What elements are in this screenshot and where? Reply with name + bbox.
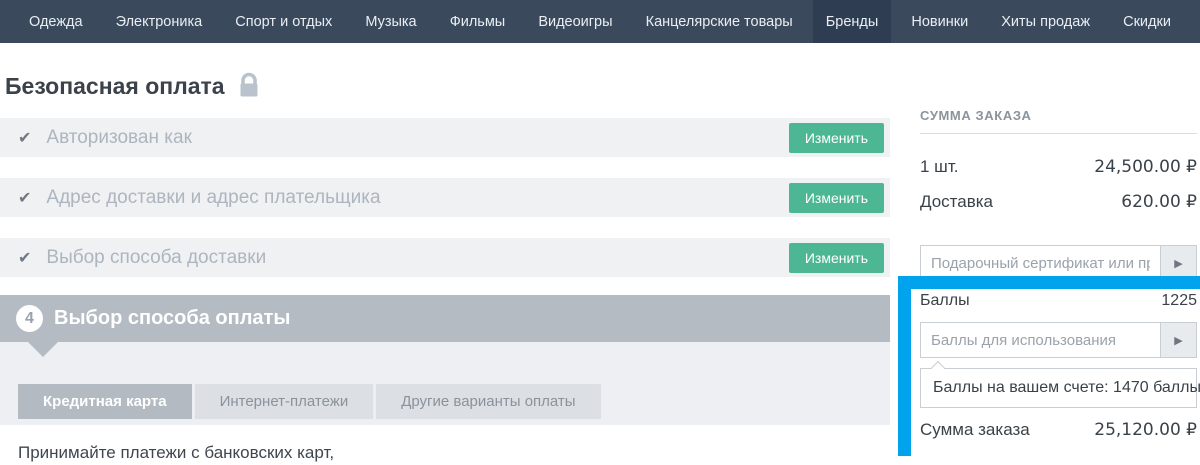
points-balance-note: Баллы на вашем счете: 1470 баллы. <box>920 368 1197 408</box>
step-label: Адрес доставки и адрес плательщика <box>46 187 788 209</box>
step-number-badge: 4 <box>16 305 43 332</box>
summary-row-delivery: Доставка 620.00 ₽ <box>920 192 1197 212</box>
nav-item-brands[interactable]: Бренды <box>813 0 892 43</box>
items-count-label: 1 шт. <box>920 157 958 177</box>
arrow-right-icon: ▶ <box>1174 257 1182 270</box>
nav-item-music[interactable]: Музыка <box>352 0 429 43</box>
points-balance-text: Баллы на вашем счете: 1470 баллы. <box>933 379 1200 396</box>
step-label: Авторизован как <box>46 127 788 149</box>
change-address-button[interactable]: Изменить <box>789 183 884 213</box>
apply-points-button[interactable]: ▶ <box>1160 322 1197 358</box>
arrow-right-icon: ▶ <box>1174 334 1182 347</box>
nav-item-sport[interactable]: Спорт и отдых <box>222 0 345 43</box>
check-icon: ✔ <box>18 188 31 207</box>
nav-item-discounts[interactable]: Скидки <box>1110 0 1184 43</box>
order-total-value: 25,120.00 ₽ <box>1094 420 1197 440</box>
highlight-border-top <box>898 276 1200 289</box>
summary-row-items: 1 шт. 24,500.00 ₽ <box>920 157 1197 177</box>
current-step-banner: 4 Выбор способа оплаты <box>0 295 890 342</box>
top-navigation: Одежда Электроника Спорт и отдых Музыка … <box>0 0 1200 43</box>
lock-icon <box>238 72 260 103</box>
tab-credit-card[interactable]: Кредитная карта <box>18 384 192 419</box>
points-input-group: ▶ <box>920 322 1197 358</box>
highlight-border-left <box>898 276 911 456</box>
points-value: 1225 <box>1161 292 1197 310</box>
tab-internet-payments[interactable]: Интернет-платежи <box>195 384 374 419</box>
check-icon: ✔ <box>18 128 31 147</box>
payment-tabs: Кредитная карта Интернет-платежи Другие … <box>18 384 601 419</box>
page-title: Безопасная оплата <box>5 73 225 100</box>
step-label: Выбор способа доставки <box>46 247 788 269</box>
order-total-row: Сумма заказа 25,120.00 ₽ <box>920 420 1197 440</box>
delivery-price: 620.00 ₽ <box>1121 192 1197 212</box>
step-row-authorized: ✔ Авторизован как Изменить <box>0 118 890 157</box>
delivery-label: Доставка <box>920 192 993 212</box>
tooltip-notch <box>931 361 945 375</box>
change-shipping-button[interactable]: Изменить <box>789 243 884 273</box>
page-title-block: Безопасная оплата <box>5 70 260 103</box>
nav-item-stationery[interactable]: Канцелярские товары <box>633 0 806 43</box>
change-auth-button[interactable]: Изменить <box>789 123 884 153</box>
tab-other-options[interactable]: Другие варианты оплаты <box>376 384 600 419</box>
nav-item-bestsellers[interactable]: Хиты продаж <box>988 0 1103 43</box>
nav-item-electronics[interactable]: Электроника <box>103 0 216 43</box>
banner-caret <box>28 342 58 357</box>
nav-item-films[interactable]: Фильмы <box>437 0 519 43</box>
check-icon: ✔ <box>18 248 31 267</box>
step-row-address: ✔ Адрес доставки и адрес плательщика Изм… <box>0 178 890 217</box>
nav-item-videogames[interactable]: Видеоигры <box>525 0 625 43</box>
nav-item-new[interactable]: Новинки <box>898 0 981 43</box>
payment-intro-text: Принимайте платежи с банковских карт, <box>18 443 334 463</box>
step-row-shipping: ✔ Выбор способа доставки Изменить <box>0 238 890 277</box>
points-label: Баллы <box>920 292 970 310</box>
points-to-use-input[interactable] <box>920 322 1160 358</box>
payment-tabs-panel: Кредитная карта Интернет-платежи Другие … <box>0 342 890 425</box>
items-price: 24,500.00 ₽ <box>1094 157 1197 177</box>
nav-item-clothing[interactable]: Одежда <box>16 0 96 43</box>
order-total-label: Сумма заказа <box>920 420 1030 440</box>
points-row: Баллы 1225 <box>920 292 1197 310</box>
divider <box>920 133 1197 134</box>
order-summary-title: СУММА ЗАКАЗА <box>920 108 1032 123</box>
current-step-label: Выбор способа оплаты <box>54 307 290 330</box>
